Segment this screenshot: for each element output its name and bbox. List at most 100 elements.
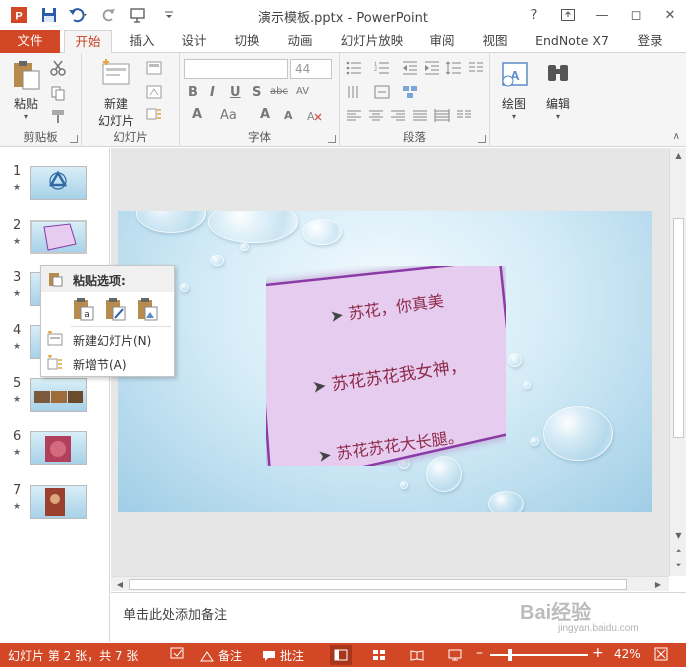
bullets-icon[interactable] [346,61,362,77]
tab-endnote[interactable]: EndNote X7 [528,30,616,53]
para-columns-icon[interactable] [456,109,472,125]
thumbnail-slide-7[interactable]: 7 ★ [0,483,110,531]
align-right-icon[interactable] [390,109,406,125]
slide-editor[interactable]: ➤ 苏花，你真美 ➤ 苏花苏花我女神， ➤ 苏花苏花大长腿。 [111,148,669,576]
zoom-level[interactable]: 42% [614,647,641,661]
close-icon[interactable]: ✕ [660,4,680,26]
line-spacing-icon[interactable] [445,61,462,77]
tab-transitions[interactable]: 切换 [225,30,269,53]
justify-icon[interactable] [412,109,428,125]
vertical-scroll-thumb[interactable] [673,218,684,438]
help-icon[interactable]: ? [524,4,544,26]
bold-button[interactable]: B [188,85,198,100]
normal-view-icon[interactable] [330,645,352,665]
format-painter-icon[interactable] [50,108,66,124]
minimize-icon[interactable]: — [592,4,612,26]
font-color-button[interactable]: A [192,107,202,122]
zoom-slider-thumb[interactable] [508,649,512,661]
reset-slide-icon[interactable] [146,85,162,101]
next-slide-icon[interactable]: ⏷ [670,558,686,572]
numbering-icon[interactable]: 12 [374,61,390,77]
scroll-left-icon[interactable]: ◀ [113,577,127,592]
notes-pane[interactable]: 单击此处添加备注 [111,592,686,642]
tab-file[interactable]: 文件 [0,30,60,53]
thumbnail-slide-5[interactable]: 5 ★ [0,376,110,424]
text-shadow-button[interactable]: S [252,85,261,100]
copy-icon[interactable] [50,85,66,101]
thumbnail-slide-2[interactable]: 2 ★ [0,218,110,266]
underline-button[interactable]: U [230,85,241,100]
menu-item-add-section[interactable]: 新增节(A) [41,352,174,374]
notes-placeholder[interactable]: 单击此处添加备注 [123,604,227,623]
cut-icon[interactable] [50,60,66,76]
notes-icon [200,650,214,661]
vertical-scrollbar[interactable]: ▲ ▼ ⏶ ⏷ [669,148,686,576]
change-case-button[interactable]: Aa [220,108,237,123]
italic-button[interactable]: I [210,85,215,100]
character-spacing-button[interactable]: AV [296,86,309,97]
columns-icon[interactable] [468,61,484,77]
tab-review[interactable]: 审阅 [420,30,464,53]
new-slide-icon [100,59,132,91]
convert-smartart-icon[interactable] [402,85,418,101]
menu-item-new-slide[interactable]: 新建幻灯片(N) [41,328,174,350]
layout-icon[interactable] [146,61,162,77]
strikethrough-button[interactable]: abc [270,86,288,97]
scroll-up-icon[interactable]: ▲ [670,148,686,162]
new-slide-button[interactable]: 新建 幻灯片 [88,59,144,129]
align-left-icon[interactable] [346,109,362,125]
spellcheck-icon[interactable] [170,647,186,661]
tab-insert[interactable]: 插入 [120,30,164,53]
slides-group: 新建 幻灯片 幻灯片 [82,53,180,147]
increase-indent-icon[interactable] [424,61,440,77]
tab-slideshow[interactable]: 幻灯片放映 [333,30,411,53]
scroll-down-icon[interactable]: ▼ [670,528,686,542]
thumbnail-slide-1[interactable]: 1 ★ [0,164,110,212]
restore-icon[interactable]: ◻ [626,4,646,26]
tab-home[interactable]: 开始 [64,30,112,54]
paste-use-destination-theme-icon[interactable]: a [71,296,97,322]
decrease-indent-icon[interactable] [402,61,418,77]
slideshow-view-icon[interactable] [444,645,466,665]
drawing-group: A 绘图 ▾ [490,53,536,147]
zoom-out-button[interactable]: – [476,645,483,661]
collapse-ribbon-icon[interactable]: ∧ [673,131,680,142]
horizontal-scrollbar[interactable]: ◀ ▶ [111,576,669,591]
text-direction-icon[interactable] [346,85,362,101]
scroll-right-icon[interactable]: ▶ [651,577,665,592]
paste-keep-source-formatting-icon[interactable] [103,296,129,322]
grow-font-button[interactable]: A [260,107,270,122]
editing-button[interactable]: 编辑 ▾ [538,59,578,121]
section-icon[interactable] [146,107,162,123]
reading-view-icon[interactable] [406,645,428,665]
tab-animations[interactable]: 动画 [278,30,322,53]
paste-button[interactable]: 粘贴 ▾ [8,59,44,121]
drawing-button[interactable]: A 绘图 ▾ [494,59,534,121]
notes-button[interactable]: 备注 [200,647,242,664]
horizontal-scroll-thumb[interactable] [129,579,627,590]
zoom-in-button[interactable]: + [592,645,604,661]
fit-slide-icon[interactable] [654,647,668,661]
tab-view[interactable]: 视图 [473,30,517,53]
clipboard-launcher-icon[interactable] [70,135,78,143]
align-text-icon[interactable] [374,85,390,101]
shapes-icon: A [498,59,530,91]
slide-sorter-view-icon[interactable] [368,645,390,665]
sign-in-link[interactable]: 登录 [628,30,672,53]
previous-slide-icon[interactable]: ⏶ [670,544,686,558]
align-center-icon[interactable] [368,109,384,125]
clear-formatting-icon[interactable]: A [306,109,322,125]
font-size-dropdown[interactable]: 44 [290,59,332,79]
thumbnail-slide-6[interactable]: 6 ★ [0,429,110,477]
ribbon-display-options-icon[interactable] [558,4,578,26]
current-slide[interactable]: ➤ 苏花，你真美 ➤ 苏花苏花我女神， ➤ 苏花苏花大长腿。 [118,211,652,512]
font-launcher-icon[interactable] [328,135,336,143]
paragraph-launcher-icon[interactable] [478,135,486,143]
tab-design[interactable]: 设计 [172,30,216,53]
distributed-icon[interactable] [434,109,450,125]
comments-button[interactable]: 批注 [262,647,304,664]
zoom-slider[interactable] [490,649,588,661]
paste-picture-icon[interactable] [135,296,161,322]
font-family-dropdown[interactable] [184,59,288,79]
shrink-font-button[interactable]: A [284,109,293,122]
